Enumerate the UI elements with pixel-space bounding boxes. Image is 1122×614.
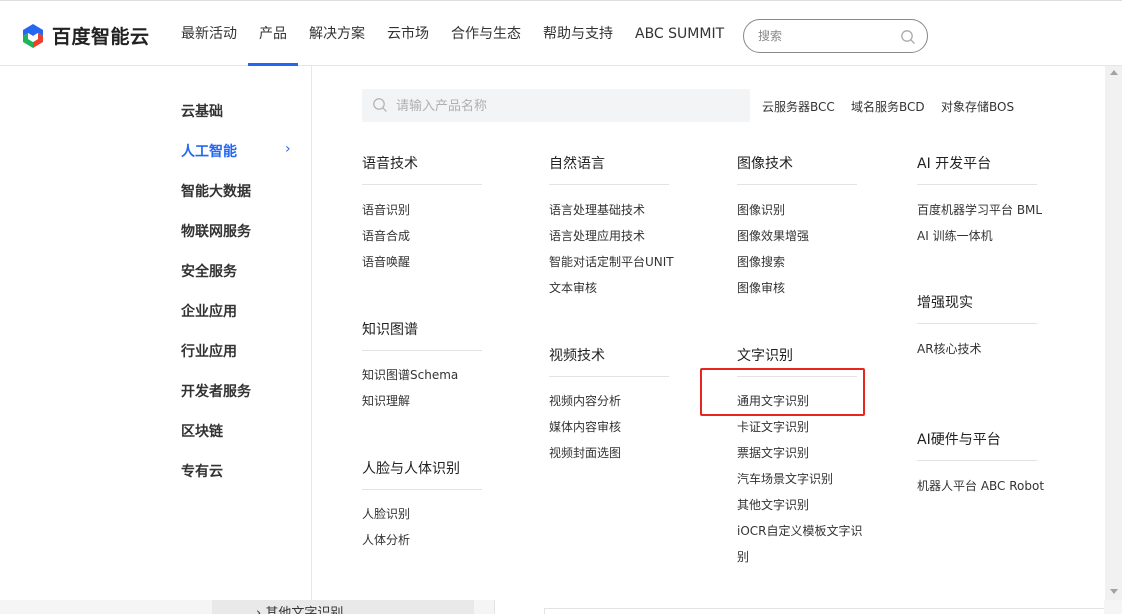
sidebar-item-blockchain[interactable]: 区块链	[181, 421, 301, 445]
link-speech-recognition[interactable]: 语音识别	[362, 201, 410, 218]
sidebar-item-enterprise[interactable]: 企业应用	[181, 301, 301, 325]
header-search[interactable]	[743, 19, 928, 53]
baidu-cloud-logo-icon	[23, 23, 43, 48]
highlight-box	[700, 368, 865, 416]
sidebar-item-big-data[interactable]: 智能大数据	[181, 181, 301, 205]
section-divider	[917, 323, 1037, 324]
nav-partners[interactable]: 合作与生态	[440, 0, 532, 66]
sidebar-item-cloud-basics[interactable]: 云基础	[181, 101, 301, 125]
section-title-face-body: 人脸与人体识别	[362, 461, 460, 477]
product-search[interactable]	[362, 89, 750, 122]
link-body-analysis[interactable]: 人体分析	[362, 531, 410, 548]
link-speech-wakeup[interactable]: 语音唤醒	[362, 253, 410, 270]
link-kg-schema[interactable]: 知识图谱Schema	[362, 366, 458, 383]
link-image-search[interactable]: 图像搜索	[737, 253, 785, 270]
search-icon	[373, 98, 387, 112]
section-title-speech: 语音技术	[362, 156, 418, 172]
link-bml[interactable]: 百度机器学习平台 BML	[917, 201, 1042, 218]
link-vehicle-ocr[interactable]: 汽车场景文字识别	[737, 470, 833, 487]
link-video-cover[interactable]: 视频封面选图	[549, 444, 621, 461]
quick-link-bcc[interactable]: 云服务器BCC	[762, 98, 835, 115]
section-divider	[362, 489, 482, 490]
section-divider	[549, 184, 669, 185]
scroll-down-icon[interactable]	[1110, 589, 1118, 594]
section-divider	[362, 184, 482, 185]
link-face-recognition[interactable]: 人脸识别	[362, 505, 410, 522]
nav-help-support[interactable]: 帮助与支持	[532, 0, 624, 66]
link-nlp-application[interactable]: 语言处理应用技术	[549, 227, 645, 244]
link-abc-robot[interactable]: 机器人平台 ABC Robot	[917, 477, 1044, 494]
sidebar-item-iot[interactable]: 物联网服务	[181, 221, 301, 245]
section-title-ai-hardware: AI硬件与平台	[917, 432, 1001, 448]
section-title-ar: 增强现实	[917, 295, 973, 311]
link-speech-synthesis[interactable]: 语音合成	[362, 227, 410, 244]
link-video-analysis[interactable]: 视频内容分析	[549, 392, 621, 409]
sidebar-item-ai[interactable]: 人工智能 ›	[181, 141, 301, 165]
sidebar-item-private-cloud[interactable]: 专有云	[181, 461, 301, 485]
link-knowledge-understanding[interactable]: 知识理解	[362, 392, 410, 409]
section-title-nlp: 自然语言	[549, 156, 605, 172]
top-header: 百度智能云 最新活动 产品 解决方案 云市场 合作与生态 帮助与支持 ABC S…	[0, 0, 1122, 66]
logo[interactable]: 百度智能云	[20, 22, 150, 49]
link-other-ocr[interactable]: 其他文字识别	[737, 496, 809, 513]
section-title-video: 视频技术	[549, 348, 605, 364]
underlying-table	[544, 608, 1104, 614]
link-ar-core[interactable]: AR核心技术	[917, 340, 982, 357]
sidebar-item-developer[interactable]: 开发者服务	[181, 381, 301, 405]
section-title-image: 图像技术	[737, 156, 793, 172]
sidebar-item-label: 人工智能	[181, 144, 237, 160]
chevron-right-icon: ›	[285, 141, 291, 157]
scroll-up-icon[interactable]	[1110, 70, 1118, 75]
nav-latest-activities[interactable]: 最新活动	[170, 0, 248, 66]
underlying-sidebar-item[interactable]: › 其他文字识别	[256, 602, 343, 614]
link-iocr-template-wrap[interactable]: 别	[737, 548, 749, 565]
link-image-review[interactable]: 图像审核	[737, 279, 785, 296]
link-text-review[interactable]: 文本审核	[549, 279, 597, 296]
search-icon[interactable]	[900, 29, 916, 45]
section-divider	[362, 350, 482, 351]
sidebar-item-security[interactable]: 安全服务	[181, 261, 301, 285]
section-divider	[917, 184, 1037, 185]
nav-abc-summit[interactable]: ABC SUMMIT	[624, 0, 735, 66]
sidebar-item-industry[interactable]: 行业应用	[181, 341, 301, 365]
link-image-recognition[interactable]: 图像识别	[737, 201, 785, 218]
section-title-ai-dev: AI 开发平台	[917, 156, 992, 172]
nav-solutions[interactable]: 解决方案	[298, 0, 376, 66]
main-nav: 最新活动 产品 解决方案 云市场 合作与生态 帮助与支持 ABC SUMMIT	[170, 0, 735, 66]
logo-text: 百度智能云	[52, 26, 150, 48]
link-media-review[interactable]: 媒体内容审核	[549, 418, 621, 435]
section-divider	[917, 460, 1037, 461]
link-receipt-ocr[interactable]: 票据文字识别	[737, 444, 809, 461]
link-card-ocr[interactable]: 卡证文字识别	[737, 418, 809, 435]
section-divider	[737, 184, 857, 185]
header-search-input[interactable]	[758, 28, 888, 44]
link-image-enhance[interactable]: 图像效果增强	[737, 227, 809, 244]
underlying-page: › 其他文字识别	[0, 600, 1122, 614]
link-ai-training-machine[interactable]: AI 训练一体机	[917, 227, 993, 244]
link-iocr-template[interactable]: iOCR自定义模板文字识	[737, 522, 863, 539]
quick-link-bcd[interactable]: 域名服务BCD	[851, 98, 925, 115]
link-unit-platform[interactable]: 智能对话定制平台UNIT	[549, 253, 674, 270]
nav-marketplace[interactable]: 云市场	[376, 0, 440, 66]
quick-link-bos[interactable]: 对象存储BOS	[941, 98, 1014, 115]
vertical-scrollbar[interactable]	[1105, 66, 1122, 600]
section-title-knowledge-graph: 知识图谱	[362, 322, 418, 338]
section-divider	[549, 376, 669, 377]
nav-products[interactable]: 产品	[248, 0, 298, 66]
link-nlp-basic[interactable]: 语言处理基础技术	[549, 201, 645, 218]
section-title-ocr: 文字识别	[737, 348, 793, 364]
product-search-input[interactable]	[396, 97, 696, 115]
